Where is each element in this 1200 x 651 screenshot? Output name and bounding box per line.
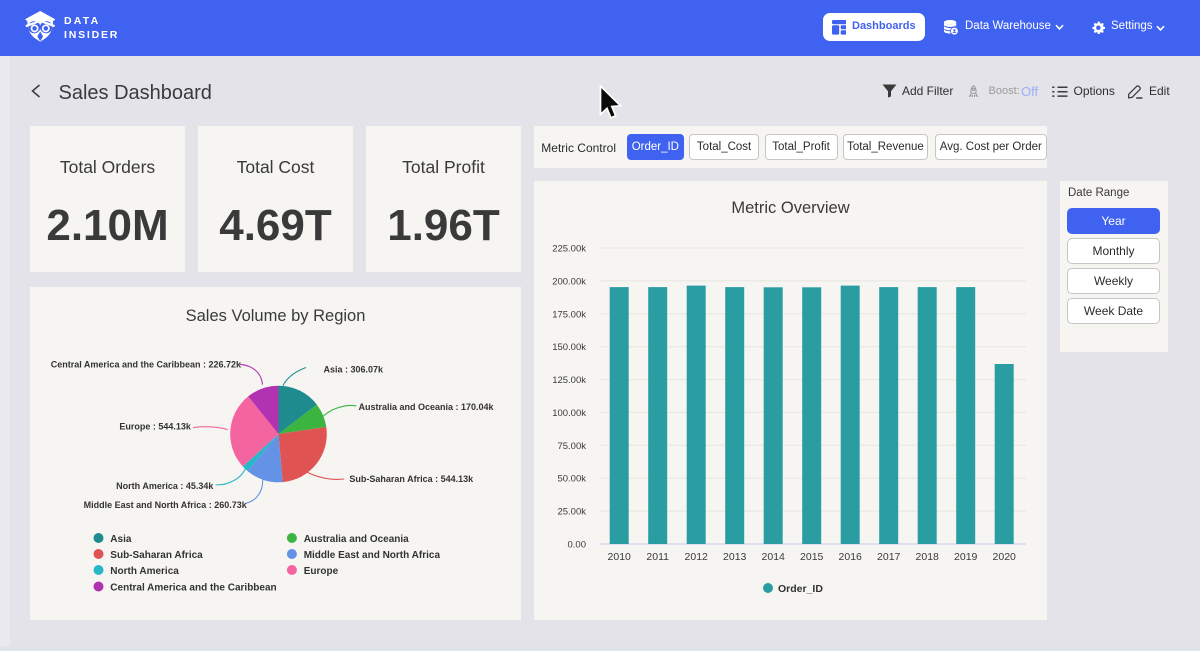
svg-text:2019: 2019 xyxy=(954,551,978,563)
svg-text:Asia: Asia xyxy=(110,534,132,545)
svg-text:225.00k: 225.00k xyxy=(552,244,586,255)
svg-text:North America: North America xyxy=(110,566,179,577)
svg-text:2012: 2012 xyxy=(685,551,709,563)
svg-text:2011: 2011 xyxy=(646,551,669,563)
svg-text:2017: 2017 xyxy=(877,551,901,563)
svg-text:2013: 2013 xyxy=(723,551,747,563)
svg-text:150.00k: 150.00k xyxy=(552,342,586,353)
svg-text:2020: 2020 xyxy=(993,551,1017,563)
svg-text:50.00k: 50.00k xyxy=(557,474,586,485)
svg-text:Middle East and North Africa :: Middle East and North Africa : 260.73k xyxy=(84,500,248,510)
svg-text:Central America and the Caribb: Central America and the Caribbean : 226.… xyxy=(51,360,242,370)
svg-text:Europe: Europe xyxy=(304,566,339,577)
svg-text:100.00k: 100.00k xyxy=(552,408,586,419)
svg-text:175.00k: 175.00k xyxy=(552,309,586,320)
svg-text:Central America and the Caribb: Central America and the Caribbean xyxy=(110,583,276,594)
svg-text:125.00k: 125.00k xyxy=(552,375,586,386)
svg-text:Order_ID: Order_ID xyxy=(778,583,823,595)
svg-text:2016: 2016 xyxy=(839,551,863,563)
svg-text:75.00k: 75.00k xyxy=(557,441,586,452)
svg-text:2018: 2018 xyxy=(916,551,940,563)
svg-text:Australia and Oceania: Australia and Oceania xyxy=(304,534,409,545)
svg-text:25.00k: 25.00k xyxy=(557,507,586,518)
svg-text:Asia : 306.07k: Asia : 306.07k xyxy=(324,365,385,375)
svg-text:2010: 2010 xyxy=(608,551,632,563)
svg-text:Sub-Saharan Africa : 544.13k: Sub-Saharan Africa : 544.13k xyxy=(349,474,474,484)
svg-text:Europe : 544.13k: Europe : 544.13k xyxy=(119,422,192,432)
svg-text:North America : 45.34k: North America : 45.34k xyxy=(116,481,214,491)
svg-text:Australia and Oceania : 170.04: Australia and Oceania : 170.04k xyxy=(359,402,495,412)
svg-text:Sub-Saharan Africa: Sub-Saharan Africa xyxy=(110,550,203,561)
svg-text:2015: 2015 xyxy=(800,551,824,563)
svg-text:Middle East and North Africa: Middle East and North Africa xyxy=(304,550,441,561)
svg-text:0.00: 0.00 xyxy=(568,540,587,551)
svg-text:2014: 2014 xyxy=(762,551,786,563)
svg-text:200.00k: 200.00k xyxy=(552,276,586,287)
